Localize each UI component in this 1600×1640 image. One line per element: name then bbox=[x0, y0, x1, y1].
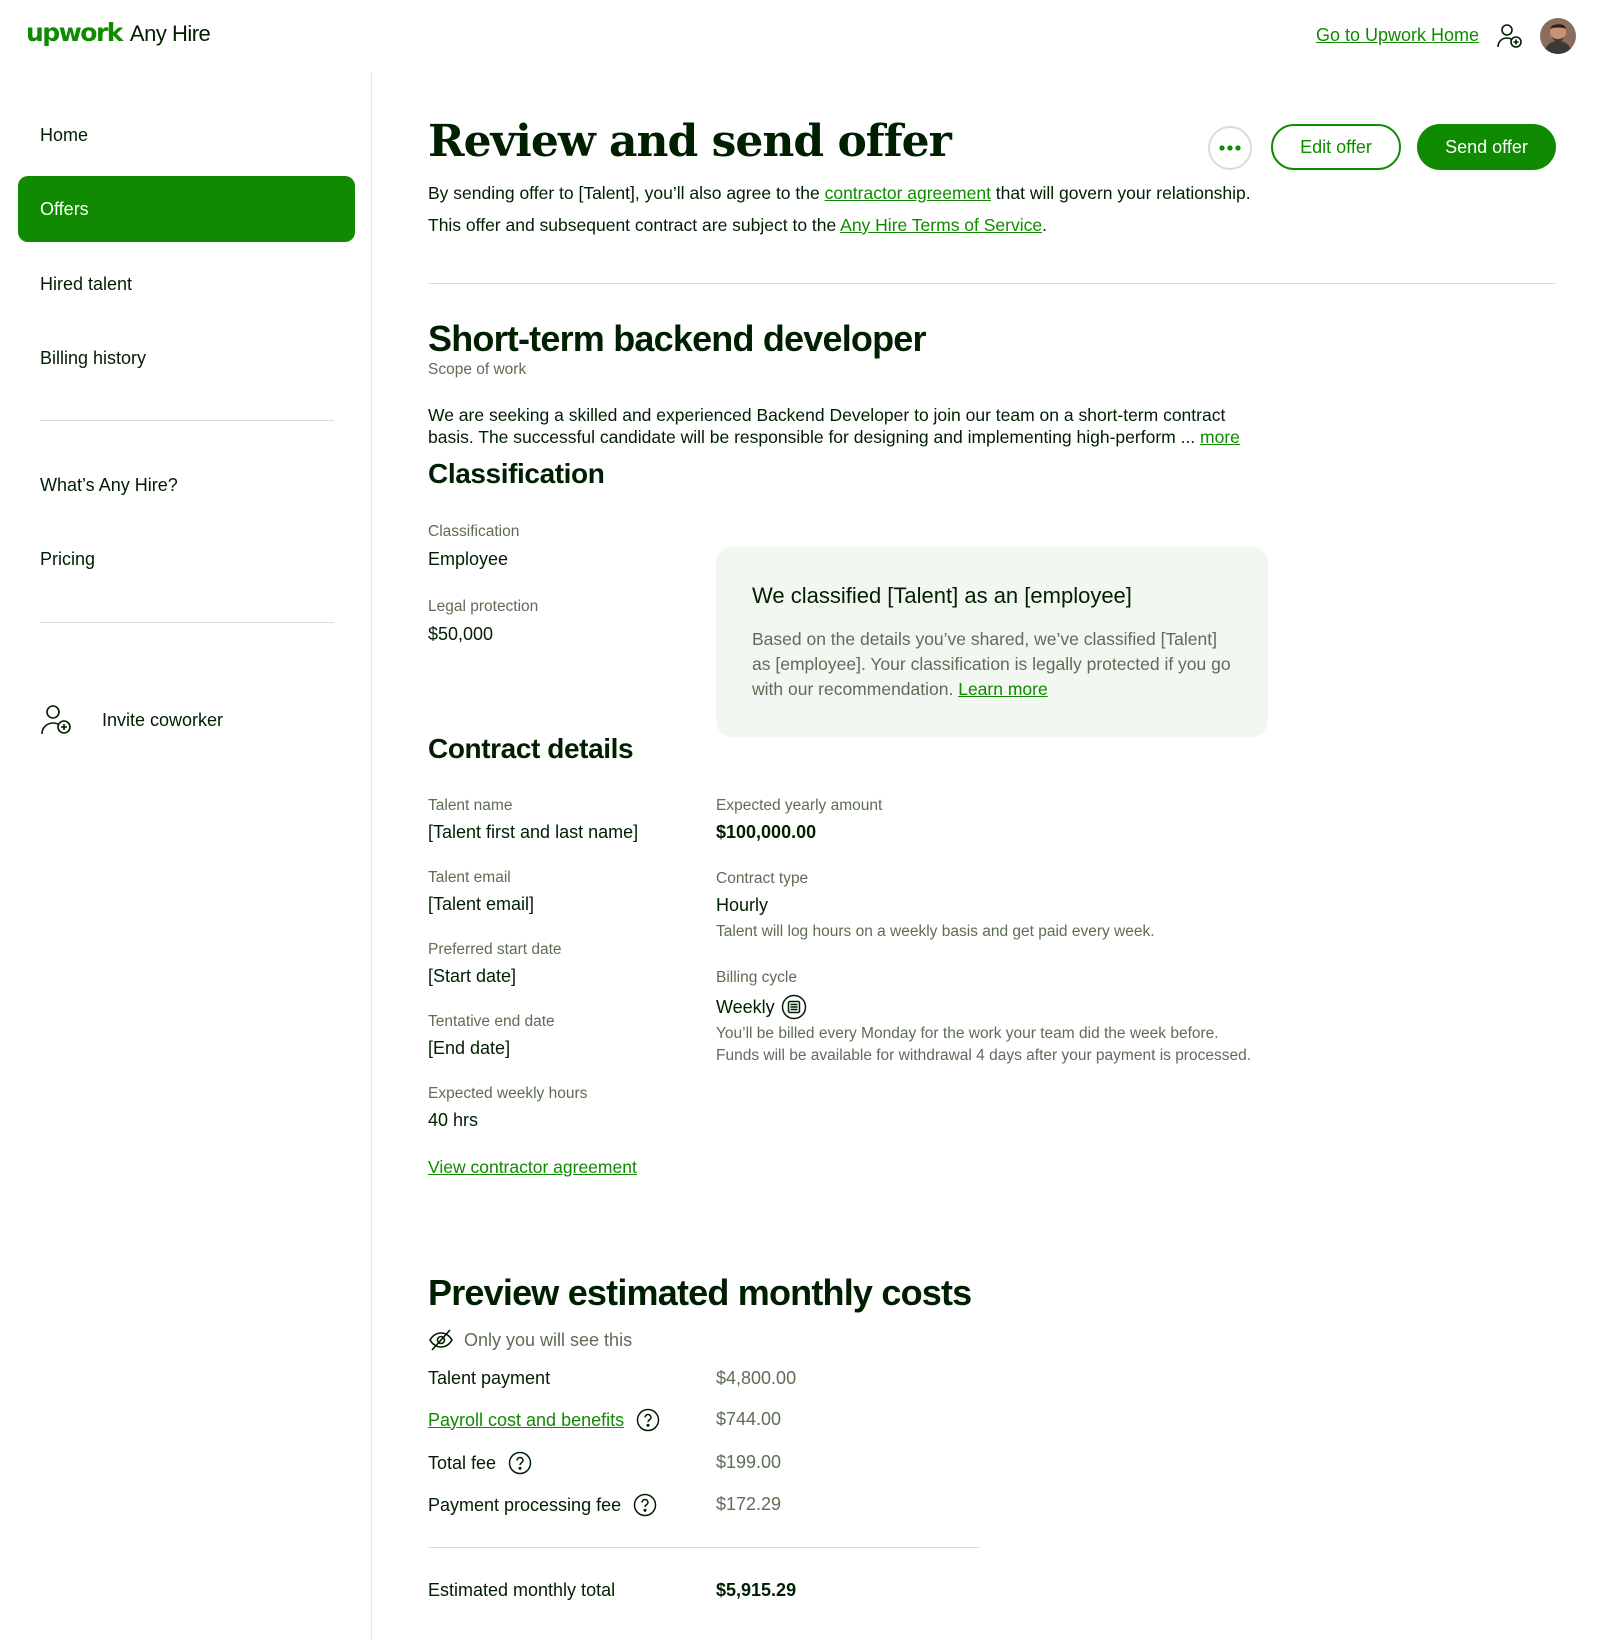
brand-wordmark: upwork bbox=[26, 18, 123, 47]
start-date-value: [Start date] bbox=[428, 966, 517, 986]
classification-value: Employee bbox=[428, 549, 509, 569]
contract-type-note: Talent will log hours on a weekly basis … bbox=[716, 923, 1155, 940]
talent-name-value: [Talent first and last name] bbox=[428, 822, 639, 842]
contractor-agreement-link[interactable]: contractor agreement bbox=[825, 183, 991, 203]
end-date-value: [End date] bbox=[428, 1038, 511, 1058]
payroll-cost-value: $744.00 bbox=[716, 1409, 782, 1429]
cost-label-text: Total fee bbox=[428, 1452, 497, 1473]
processing-fee-value: $172.29 bbox=[716, 1494, 782, 1514]
logo[interactable]: upwork Any Hire bbox=[26, 18, 211, 47]
send-offer-button[interactable]: Send offer bbox=[1417, 124, 1556, 170]
sidebar-item-label: Offers bbox=[40, 198, 89, 219]
weekly-hours-label: Expected weekly hours bbox=[428, 1085, 588, 1102]
product-name: Any Hire bbox=[129, 21, 211, 46]
start-date-label: Preferred start date bbox=[428, 941, 562, 958]
talent-payment-value: $4,800.00 bbox=[716, 1368, 797, 1388]
sidebar-item-label: What’s Any Hire? bbox=[40, 474, 178, 495]
sidebar-item-offers[interactable]: Offers bbox=[18, 176, 355, 242]
invite-coworker-button[interactable]: Invite coworker bbox=[40, 700, 223, 740]
page-title: Review and send offer bbox=[428, 116, 952, 167]
sidebar-divider bbox=[40, 622, 334, 623]
processing-fee-row: Payment processing fee bbox=[428, 1493, 657, 1517]
payroll-cost-link[interactable]: Payroll cost and benefits bbox=[428, 1410, 624, 1431]
private-note: Only you will see this bbox=[428, 1327, 632, 1353]
cost-label-text: Talent payment bbox=[428, 1368, 551, 1388]
billing-cycle-text: Weekly bbox=[716, 997, 775, 1017]
cost-divider bbox=[428, 1547, 980, 1548]
sidebar-divider bbox=[40, 420, 334, 421]
intro-agreement-text: By sending offer to [Talent], you’ll als… bbox=[428, 183, 1251, 204]
user-avatar[interactable] bbox=[1540, 18, 1576, 54]
intro-terms-text: This offer and subsequent contract are s… bbox=[428, 215, 1047, 236]
yearly-amount-value: $100,000.00 bbox=[716, 822, 817, 842]
sidebar-item-home[interactable]: Home bbox=[18, 102, 355, 168]
billing-note-2: Funds will be available for withdrawal 4… bbox=[716, 1047, 1252, 1064]
billing-note-1: You’ll be billed every Monday for the wo… bbox=[716, 1025, 1219, 1042]
legal-protection-value: $50,000 bbox=[428, 624, 494, 644]
payroll-cost-row: Payroll cost and benefits bbox=[428, 1408, 660, 1432]
learn-more-link[interactable]: Learn more bbox=[958, 679, 1048, 699]
classification-card: We classified [Talent] as an [employee] … bbox=[716, 547, 1268, 737]
scope-body: We are seeking a skilled and experienced… bbox=[428, 405, 1226, 447]
intro-text: that will govern your relationship. bbox=[990, 183, 1251, 203]
invite-coworker-label: Invite coworker bbox=[102, 709, 224, 730]
sidebar-item-hired-talent[interactable]: Hired talent bbox=[18, 251, 355, 317]
view-contractor-agreement-link[interactable]: View contractor agreement bbox=[428, 1157, 637, 1178]
help-icon[interactable] bbox=[508, 1451, 532, 1475]
section-divider bbox=[428, 283, 1556, 284]
talent-email-label: Talent email bbox=[428, 869, 511, 886]
add-user-icon[interactable] bbox=[1496, 22, 1524, 50]
sidebar-item-label: Pricing bbox=[40, 548, 96, 569]
sidebar-item-label: Home bbox=[40, 124, 89, 145]
sidebar-item-label: Billing history bbox=[40, 347, 147, 368]
classification-heading: Classification bbox=[428, 458, 605, 489]
contract-type-value: Hourly bbox=[716, 895, 769, 915]
talent-payment-label: Talent payment bbox=[428, 1368, 550, 1389]
help-icon[interactable] bbox=[636, 1408, 660, 1432]
sidebar-item-billing-history[interactable]: Billing history bbox=[18, 325, 355, 391]
add-user-icon bbox=[40, 703, 74, 737]
contract-details-heading: Contract details bbox=[428, 733, 634, 764]
talent-email-value: [Talent email] bbox=[428, 894, 535, 914]
card-title: We classified [Talent] as an [employee] bbox=[752, 583, 1132, 608]
billing-cycle-value: Weekly bbox=[716, 994, 807, 1020]
edit-offer-button[interactable]: Edit offer bbox=[1271, 124, 1401, 170]
sidebar-item-whats-any-hire[interactable]: What’s Any Hire? bbox=[18, 452, 355, 518]
calendar-icon[interactable] bbox=[781, 994, 807, 1020]
ellipsis-icon bbox=[1219, 145, 1241, 151]
intro-text: . bbox=[1042, 215, 1047, 235]
sidebar: Home Offers Hired talent Billing history… bbox=[0, 72, 372, 1640]
contract-type-label: Contract type bbox=[716, 870, 809, 887]
card-body: Based on the details you’ve shared, we’v… bbox=[752, 627, 1232, 702]
weekly-hours-value: 40 hrs bbox=[428, 1110, 479, 1130]
private-note-text: Only you will see this bbox=[464, 1329, 633, 1350]
job-title: Short-term backend developer bbox=[428, 318, 927, 359]
classification-label: Classification bbox=[428, 523, 520, 540]
talent-name-label: Talent name bbox=[428, 797, 513, 814]
scope-text: We are seeking a skilled and experienced… bbox=[428, 404, 1268, 448]
intro-text: This offer and subsequent contract are s… bbox=[428, 215, 841, 235]
cost-label-text: Payment processing fee bbox=[428, 1494, 622, 1515]
terms-of-service-link[interactable]: Any Hire Terms of Service bbox=[840, 215, 1042, 235]
end-date-label: Tentative end date bbox=[428, 1013, 555, 1030]
total-fee-row: Total fee bbox=[428, 1451, 532, 1475]
top-bar: upwork Any Hire Go to Upwork Home bbox=[0, 0, 1600, 72]
yearly-amount-label: Expected yearly amount bbox=[716, 797, 883, 814]
scope-label: Scope of work bbox=[428, 361, 527, 378]
legal-protection-label: Legal protection bbox=[428, 598, 539, 615]
eye-off-icon bbox=[428, 1327, 454, 1353]
estimated-total-label: Estimated monthly total bbox=[428, 1580, 616, 1600]
monthly-costs-heading: Preview estimated monthly costs bbox=[428, 1272, 972, 1313]
intro-text: By sending offer to [Talent], you’ll als… bbox=[428, 183, 825, 203]
scope-more-link[interactable]: more bbox=[1200, 427, 1240, 447]
main-content: Review and send offer Edit offer Send of… bbox=[428, 72, 1556, 1640]
billing-cycle-label: Billing cycle bbox=[716, 969, 797, 986]
more-options-button[interactable] bbox=[1208, 126, 1252, 170]
total-fee-value: $199.00 bbox=[716, 1452, 782, 1472]
help-icon[interactable] bbox=[633, 1493, 657, 1517]
estimated-total-value: $5,915.29 bbox=[716, 1580, 797, 1600]
sidebar-item-pricing[interactable]: Pricing bbox=[18, 526, 355, 592]
go-to-upwork-home-link[interactable]: Go to Upwork Home bbox=[1316, 25, 1479, 46]
sidebar-item-label: Hired talent bbox=[40, 273, 133, 294]
